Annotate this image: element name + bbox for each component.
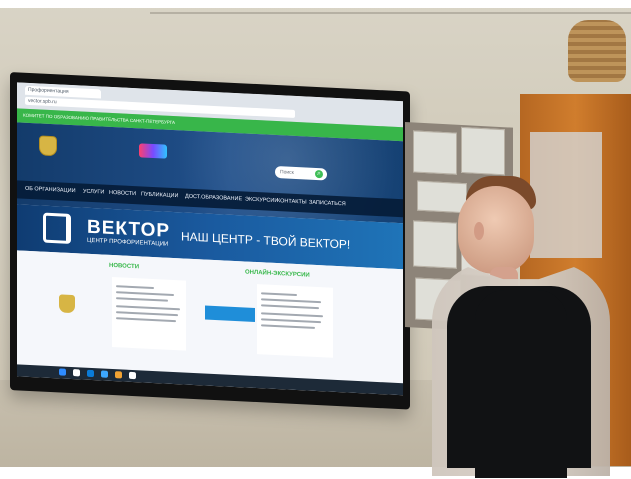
photo-top-border (0, 0, 631, 8)
files-taskbar-icon[interactable] (101, 370, 108, 378)
nav-extra-education[interactable]: ДОСТ.ОБРАЗОВАНИЕ (185, 194, 242, 203)
tour-line-4 (261, 312, 323, 318)
news-line-1 (116, 285, 154, 290)
board-calendar-2 (413, 220, 457, 269)
nav-news[interactable]: НОВОСТИ (109, 190, 136, 197)
news-line-5 (116, 311, 178, 317)
board-photo-2 (461, 126, 505, 176)
tour-line-6 (261, 324, 315, 329)
news-crest-icon (59, 294, 75, 314)
person-tshirt (475, 290, 567, 478)
start-icon[interactable] (59, 368, 66, 376)
vector-logo-icon (43, 212, 71, 244)
news-line-4 (116, 305, 180, 311)
wicker-basket (568, 20, 626, 82)
tour-card[interactable] (257, 284, 333, 358)
nav-signup[interactable]: ЗАПИСАТЬСЯ (309, 200, 346, 208)
cabinet-glass (530, 132, 602, 258)
photo-scene: Профориентация vector.spb.ru КОМИТЕТ ПО … (0, 0, 631, 479)
person-ear (474, 222, 484, 240)
search-taskbar-icon[interactable] (73, 369, 80, 377)
app-taskbar-icon[interactable] (115, 371, 122, 379)
nav-about[interactable]: ОБ ОРГАНИЗАЦИИ (25, 186, 76, 194)
smart-display: Профориентация vector.spb.ru КОМИТЕТ ПО … (10, 72, 410, 410)
search-icon[interactable]: ⌕ (315, 169, 323, 179)
nav-services[interactable]: УСЛУГИ (83, 189, 104, 196)
youth-logo (139, 143, 167, 159)
browser-taskbar-icon[interactable] (87, 369, 94, 378)
tour-line-2 (261, 298, 321, 304)
nav-excursions[interactable]: ЭКСКУРСИИ (245, 196, 278, 204)
news-heading: НОВОСТИ (109, 262, 140, 271)
board-photo-1 (413, 130, 457, 175)
nav-contacts[interactable]: КОНТАКТЫ (277, 198, 307, 205)
person-head (458, 186, 534, 274)
banner-slogan: НАШ ЦЕНТР - ТВОЙ ВЕКТОР! (181, 229, 351, 252)
nav-publications[interactable]: ПУБЛИКАЦИИ (141, 191, 178, 199)
tour-thumbnail (205, 305, 255, 322)
display-screen: Профориентация vector.spb.ru КОМИТЕТ ПО … (17, 82, 403, 396)
tours-heading: ОНЛАЙН-ЭКСКУРСИИ (245, 269, 310, 279)
city-crest-icon (39, 135, 57, 157)
news-line-2 (116, 291, 174, 297)
tour-line-3 (261, 304, 319, 310)
tour-line-5 (261, 318, 321, 324)
news-line-3 (116, 297, 168, 302)
news-line-6 (116, 317, 176, 323)
news-card[interactable] (112, 276, 186, 351)
site-content: НОВОСТИ ОНЛАЙН-ЭКСКУРСИИ (17, 250, 403, 386)
wall-rail (150, 12, 631, 14)
window-taskbar-icon[interactable] (129, 371, 136, 380)
tour-line-1 (261, 292, 297, 297)
board-calendar-1 (417, 180, 467, 214)
